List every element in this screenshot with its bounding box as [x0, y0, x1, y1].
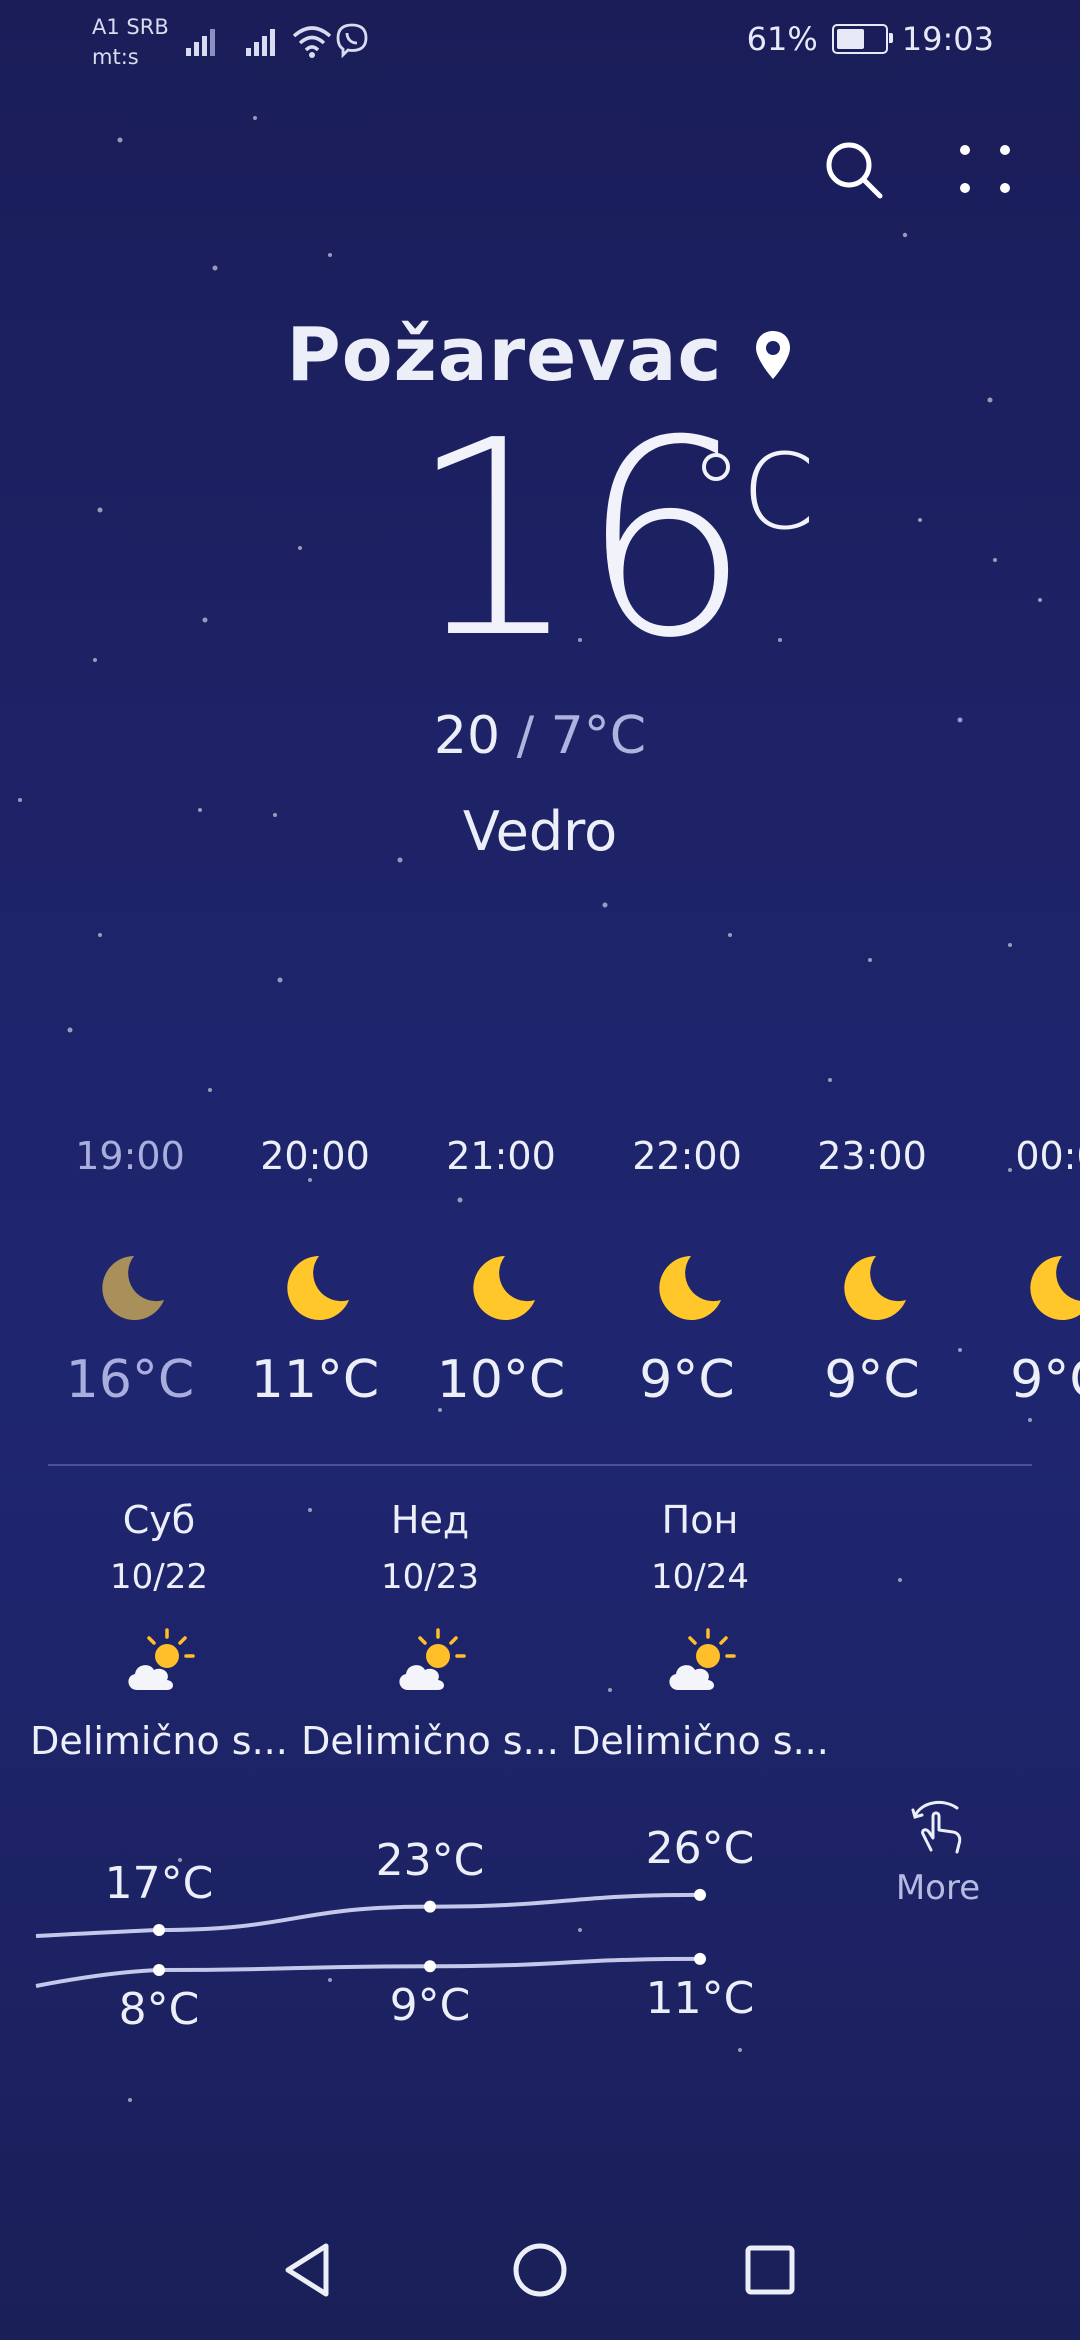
- hour-time: 19:00: [75, 1134, 185, 1178]
- moon-icon: [659, 1256, 721, 1320]
- hourly-item-clipped[interactable]: 00:0 9°C: [960, 1132, 1080, 1452]
- day-low-label: 11°C: [645, 1972, 755, 2024]
- day-date: 10/23: [381, 1557, 479, 1597]
- day-condition: Delimično s...: [571, 1719, 829, 1763]
- status-bar: A1 SRB mt:s 61% 19:03: [0, 0, 1080, 90]
- low-temperature-point: [153, 1964, 165, 1976]
- navigation-bar: [0, 2200, 1080, 2340]
- partly-sunny-icon: [669, 1628, 736, 1690]
- high-temperature: 20: [433, 706, 501, 766]
- hour-time: 22:00: [632, 1134, 742, 1178]
- low-temperature-point: [694, 1952, 706, 1965]
- day-low-label: 8°C: [118, 1984, 200, 2035]
- hourly-item[interactable]: 00:0 9°C: [968, 1132, 1080, 1410]
- section-divider: [48, 1464, 1032, 1466]
- day-high-label: 26°C: [645, 1822, 755, 1874]
- recent-apps-icon[interactable]: [730, 2230, 810, 2310]
- home-icon[interactable]: [500, 2230, 580, 2310]
- day-high-label: 17°C: [104, 1858, 214, 1909]
- clock: 19:03: [901, 20, 994, 58]
- hour-time: 20:00: [260, 1134, 370, 1178]
- day-condition: Delimično s...: [30, 1719, 288, 1763]
- hour-temperature: 9°C: [639, 1350, 735, 1410]
- daily-item[interactable]: Суб 10/22 Delimično s...: [24, 1490, 294, 1766]
- weather-condition: Vedro: [462, 800, 618, 863]
- day-name: Суб: [122, 1498, 196, 1542]
- hour-time: 00:0: [1015, 1134, 1080, 1178]
- daily-item[interactable]: Пон 10/24 Delimično s...: [565, 1490, 835, 1766]
- day-name: Пон: [661, 1498, 739, 1542]
- viber-icon: [336, 23, 368, 58]
- day-low-label: 9°C: [389, 1980, 471, 2032]
- hour-temperature: 9°C: [824, 1350, 920, 1410]
- high-temperature-point: [694, 1888, 706, 1901]
- moon-icon: [287, 1256, 349, 1320]
- day-condition: Delimično s...: [301, 1719, 559, 1763]
- battery-icon: [831, 24, 893, 54]
- carrier-name: A1 SRB: [92, 15, 169, 39]
- day-high-label: 23°C: [375, 1834, 485, 1886]
- low-temperature-point: [424, 1960, 436, 1973]
- signal-strength-icon: [186, 29, 215, 56]
- moon-icon: [102, 1256, 164, 1320]
- status-right: 61% 19:03: [747, 20, 994, 58]
- moon-icon: [1030, 1256, 1080, 1320]
- high-low: 20 / 7°C: [0, 706, 1080, 766]
- hour-temperature: 9°C: [1010, 1350, 1080, 1410]
- day-date: 10/22: [110, 1557, 208, 1597]
- day-name: Нед: [390, 1498, 470, 1542]
- moon-icon: [473, 1256, 535, 1320]
- daily-item[interactable]: Нед 10/23 Delimično s...: [295, 1490, 565, 1766]
- high-temperature-point: [424, 1900, 436, 1913]
- hour-time: 23:00: [817, 1134, 927, 1178]
- moon-icon: [844, 1256, 906, 1320]
- carrier-sub: mt:s: [92, 45, 139, 69]
- wifi-icon: [292, 26, 332, 58]
- hourly-item[interactable]: 21:00 10°C: [411, 1132, 591, 1410]
- hour-time: 21:00: [446, 1134, 556, 1178]
- hour-temperature: 11°C: [250, 1350, 380, 1410]
- battery-percent: 61%: [746, 20, 818, 58]
- hourly-item[interactable]: 22:00 9°C: [597, 1132, 777, 1410]
- low-temperature: 7°C: [550, 706, 647, 766]
- signal-strength-icon-2: [246, 29, 275, 56]
- battery-fill: [836, 29, 864, 49]
- day-date: 10/24: [651, 1557, 749, 1597]
- high-low-separator: /: [516, 706, 535, 766]
- hourly-item[interactable]: 23:00 9°C: [782, 1132, 962, 1410]
- search-icon[interactable]: [822, 138, 886, 202]
- high-temperature-point: [153, 1924, 165, 1936]
- swipe-hand-icon: [911, 1800, 962, 1854]
- location-pin-icon: [756, 331, 791, 379]
- hourly-item[interactable]: 19:00 16°C: [40, 1132, 220, 1410]
- temperature-unit: °C: [690, 431, 815, 553]
- hourly-item[interactable]: 20:00 11°C: [225, 1132, 405, 1410]
- more-button[interactable]: More: [878, 1790, 998, 1908]
- hour-temperature: 16°C: [65, 1350, 195, 1410]
- more-options-icon[interactable]: [955, 140, 1015, 200]
- carrier-info: A1 SRB mt:s: [92, 12, 169, 72]
- hour-temperature: 10°C: [436, 1350, 566, 1410]
- partly-sunny-icon: [399, 1628, 466, 1690]
- partly-sunny-icon: [128, 1628, 195, 1690]
- more-label: More: [895, 1868, 981, 1908]
- back-icon[interactable]: [270, 2230, 350, 2310]
